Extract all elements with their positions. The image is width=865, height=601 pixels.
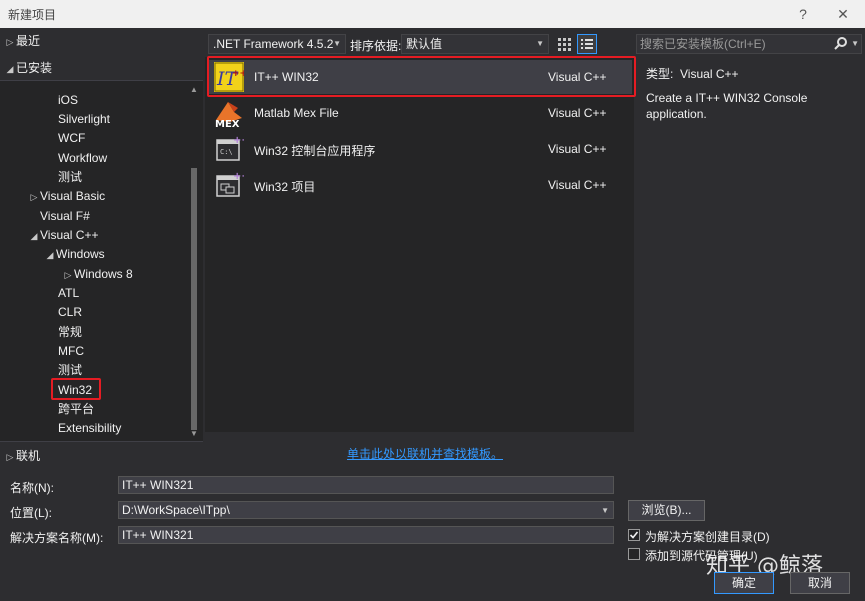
collapse-arrow-icon[interactable]: ◢ bbox=[44, 246, 56, 265]
tree-item-atl[interactable]: ATL bbox=[58, 284, 79, 303]
window-title: 新建项目 bbox=[8, 8, 57, 22]
tree-item-online[interactable]: ▷ 联机 bbox=[4, 447, 40, 466]
svg-text:C:\: C:\ bbox=[220, 148, 233, 156]
template-details: 类型: Visual C++ Create a IT++ WIN32 Conso… bbox=[646, 66, 856, 122]
location-label: 位置(L): bbox=[10, 506, 53, 520]
tree-item-installed[interactable]: ◢ 已安装 bbox=[4, 59, 52, 78]
search-input[interactable]: 搜索已安装模板(Ctrl+E) ▼ bbox=[636, 34, 862, 54]
template-list[interactable]: IT ++ IT++ WIN32 Visual C++ MEX Matlab M… bbox=[205, 57, 634, 432]
template-description: Create a IT++ WIN32 Console application. bbox=[646, 91, 808, 121]
list-view-button[interactable] bbox=[577, 34, 597, 54]
tree-item-windows-8[interactable]: ▷ Windows 8 bbox=[62, 265, 133, 284]
sort-select[interactable]: 默认值 ▼ bbox=[401, 34, 549, 54]
search-icon[interactable] bbox=[833, 36, 849, 52]
cancel-button[interactable]: 取消 bbox=[790, 572, 850, 594]
template-row-win32-project[interactable]: ++ Win32 项目 Visual C++ bbox=[208, 168, 632, 202]
expand-arrow-icon[interactable]: ▷ bbox=[28, 188, 40, 207]
help-button[interactable]: ? bbox=[793, 4, 813, 24]
tree-item-extensibility[interactable]: Extensibility bbox=[58, 419, 121, 438]
tree-item-mfc[interactable]: MFC bbox=[58, 342, 84, 361]
console-app-icon: C:\ ++ bbox=[216, 135, 244, 161]
tree-item-recent[interactable]: ▷ 最近 bbox=[4, 32, 40, 51]
expand-arrow-icon[interactable]: ▷ bbox=[4, 448, 16, 467]
chevron-down-icon[interactable]: ▼ bbox=[851, 35, 859, 53]
tree-item-windows[interactable]: ◢ Windows bbox=[44, 245, 105, 264]
framework-select[interactable]: .NET Framework 4.5.2 ▼ bbox=[208, 34, 346, 54]
name-label: 名称(N): bbox=[10, 481, 54, 495]
list-view-icon bbox=[581, 39, 593, 49]
svg-text:++: ++ bbox=[233, 135, 244, 146]
collapse-arrow-icon[interactable]: ◢ bbox=[28, 227, 40, 246]
tree-item-clr[interactable]: CLR bbox=[58, 303, 82, 322]
tree-item-visual-fsharp[interactable]: Visual F# bbox=[40, 207, 90, 226]
chevron-down-icon: ▼ bbox=[333, 39, 341, 48]
sort-label: 排序依据: bbox=[350, 39, 402, 53]
type-label: 类型: bbox=[646, 67, 674, 81]
tree-item-visual-basic[interactable]: ▷ Visual Basic bbox=[28, 187, 106, 207]
svg-text:MEX: MEX bbox=[215, 119, 240, 128]
win32-project-icon: ++ bbox=[216, 171, 244, 197]
grid-view-button[interactable] bbox=[554, 34, 574, 54]
location-field[interactable]: D:\WorkSpace\ITpp\ ▼ bbox=[118, 501, 614, 519]
template-row-win32-console[interactable]: C:\ ++ Win32 控制台应用程序 Visual C++ bbox=[208, 132, 632, 166]
expand-arrow-icon[interactable]: ▷ bbox=[62, 266, 74, 285]
close-button[interactable]: ✕ bbox=[833, 4, 853, 24]
tree-item-workflow[interactable]: Workflow bbox=[58, 149, 107, 168]
title-bar: 新建项目 ? ✕ bbox=[0, 0, 865, 28]
template-tree[interactable]: iOS Silverlight WCF Workflow 测试 ▷ Visual … bbox=[0, 80, 203, 442]
create-directory-label: 为解决方案创建目录(D) bbox=[645, 530, 770, 544]
online-templates-link[interactable]: 单击此处以联机并查找模板。 bbox=[347, 445, 503, 462]
tree-scrollbar[interactable]: ▲ ▼ bbox=[188, 84, 200, 440]
chevron-down-icon: ▼ bbox=[536, 39, 544, 48]
chevron-down-icon[interactable]: ▼ bbox=[601, 503, 609, 519]
tree-item-cross-platform[interactable]: 跨平台 bbox=[58, 400, 94, 419]
win32-highlight-box bbox=[51, 378, 101, 400]
tree-item-ios[interactable]: iOS bbox=[58, 91, 78, 110]
itpp-highlight-box bbox=[207, 56, 636, 97]
tree-item-test[interactable]: 测试 bbox=[58, 168, 82, 187]
scroll-up-icon[interactable]: ▲ bbox=[188, 84, 200, 96]
browse-button[interactable]: 浏览(B)... bbox=[628, 500, 705, 521]
mex-icon: MEX bbox=[215, 102, 242, 128]
add-to-source-control-checkbox[interactable] bbox=[628, 548, 640, 560]
template-row-matlab-mex[interactable]: MEX Matlab Mex File Visual C++ bbox=[208, 96, 632, 130]
tree-item-silverlight[interactable]: Silverlight bbox=[58, 110, 110, 129]
type-value: Visual C++ bbox=[680, 67, 739, 81]
expand-arrow-icon[interactable]: ▷ bbox=[4, 33, 16, 52]
tree-item-wcf[interactable]: WCF bbox=[58, 129, 85, 148]
ok-button[interactable]: 确定 bbox=[714, 572, 774, 594]
scroll-thumb[interactable] bbox=[191, 168, 197, 430]
solution-label: 解决方案名称(M): bbox=[10, 531, 104, 545]
solution-name-field[interactable]: IT++ WIN321 bbox=[118, 526, 614, 544]
check-icon bbox=[629, 531, 639, 539]
scroll-down-icon[interactable]: ▼ bbox=[188, 428, 200, 440]
tree-item-general[interactable]: 常规 bbox=[58, 323, 82, 342]
collapse-arrow-icon[interactable]: ◢ bbox=[4, 60, 16, 79]
svg-text:++: ++ bbox=[233, 171, 244, 182]
create-directory-checkbox[interactable] bbox=[628, 529, 640, 541]
tree-item-visual-cpp[interactable]: ◢ Visual C++ bbox=[28, 226, 99, 246]
name-field[interactable]: IT++ WIN321 bbox=[118, 476, 614, 494]
grid-view-icon bbox=[558, 38, 571, 51]
